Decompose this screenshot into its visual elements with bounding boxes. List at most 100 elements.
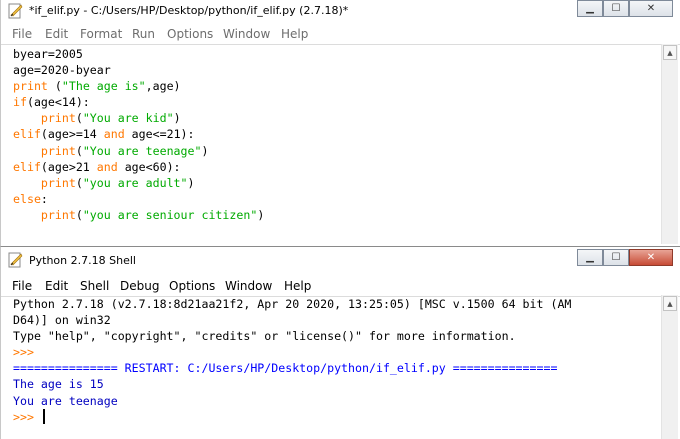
editor-minimize-button[interactable]: ▁ [577,0,603,17]
code-token: D64)] on win32 [13,313,111,328]
shell-line: You are teenage [13,393,571,409]
code-line: print("you are adult") [13,175,264,191]
menu-options[interactable]: Options [167,27,213,41]
code-token: (age>21 [40,159,97,174]
editor-menu-bar: File Edit Format Run Options Window Help [1,23,680,45]
editor-window: *if_elif.py - C:/Users/HP/Desktop/python… [0,0,680,246]
menu-debug[interactable]: Debug [120,279,159,293]
code-line: elif(age>=14 and age<=21): [13,126,264,142]
code-token: age=2020-byear [13,63,111,78]
shell-maximize-button[interactable]: ☐ [603,249,629,266]
text-cursor [42,408,45,424]
code-token: age<60): [117,159,181,174]
shell-line: >>> [13,344,571,360]
code-token: ,age) [145,79,181,94]
shell-scrollbar[interactable]: ▲ [661,295,678,439]
shell-text-area[interactable]: Python 2.7.18 (v2.7.18:8d21aa21f2, Apr 2… [13,296,571,425]
code-token: ) [173,111,181,126]
code-token: print [40,207,76,222]
code-line: print("You are teenage") [13,143,264,159]
shell-window: Python 2.7.18 Shell ▁ ☐ ✕ File Edit Shel… [0,246,680,439]
code-token: and [103,127,125,142]
shell-minimize-button[interactable]: ▁ [577,249,603,266]
code-line: elif(age>21 and age<60): [13,159,264,175]
editor-scrollbar[interactable]: ▲ [661,44,678,244]
editor-text-area[interactable]: byear=2005 age=2020-byear print ("The age … [13,46,264,223]
shell-title-bar[interactable]: Python 2.7.18 Shell ▁ ☐ ✕ [1,247,680,273]
code-token: age<=21): [124,127,195,142]
menu-window[interactable]: Window [225,279,272,293]
code-token: "you are seniour citizen" [82,207,258,222]
code-line: age=2020-byear [13,62,264,78]
maximize-icon: ☐ [611,3,621,14]
scroll-up-arrow-icon[interactable]: ▲ [663,296,677,311]
close-icon: ✕ [646,252,656,263]
code-token: "you are adult" [82,175,188,190]
shell-line: Python 2.7.18 (v2.7.18:8d21aa21f2, Apr 2… [13,296,571,312]
menu-help[interactable]: Help [281,27,308,41]
code-token: (age>=14 [40,127,104,142]
code-line: print("you are seniour citizen") [13,207,264,223]
code-token: ( [47,79,62,94]
shell-line: The age is 15 [13,376,571,392]
code-token: elif [13,159,41,174]
shell-close-button[interactable]: ✕ [629,249,673,266]
code-token: =============== RESTART: C:/Users/HP/Des… [13,361,558,376]
code-token: print [40,175,76,190]
code-token: Type "help", "copyright", "credits" or "… [13,329,516,344]
code-line: print ("The age is",age) [13,78,264,94]
code-token: print [13,79,48,94]
code-token: >>> [13,345,41,360]
code-token: else [13,191,41,206]
minimize-icon: ▁ [586,3,594,14]
code-token: "You are teenage" [82,143,202,158]
menu-options[interactable]: Options [169,279,215,293]
code-token: : [40,191,48,206]
editor-maximize-button[interactable]: ☐ [603,0,629,17]
maximize-icon: ☐ [611,252,621,263]
close-icon: ✕ [646,3,656,14]
menu-edit[interactable]: Edit [45,279,68,293]
shell-line: Type "help", "copyright", "credits" or "… [13,328,571,344]
menu-window[interactable]: Window [223,27,270,41]
code-token: ) [201,143,209,158]
code-token: byear=2005 [13,47,83,61]
code-line: if(age<14): [13,94,264,110]
shell-line: >>> [13,408,571,425]
editor-window-title: *if_elif.py - C:/Users/HP/Desktop/python… [29,4,349,17]
code-token: You are teenage [13,393,118,408]
menu-file[interactable]: File [12,27,32,41]
code-token: print [40,111,76,126]
menu-shell[interactable]: Shell [80,279,109,293]
code-token: ( [75,111,83,126]
shell-menu-bar: File Edit Shell Debug Options Window Hel… [1,275,680,297]
menu-help[interactable]: Help [284,279,311,293]
code-token: >>> [13,409,41,424]
code-line: else: [13,191,264,207]
idle-feather-icon [8,252,23,268]
code-token: The age is 15 [13,377,104,392]
menu-format[interactable]: Format [80,27,122,41]
code-token: and [96,159,118,174]
code-token: if [13,95,27,110]
code-token: "You are kid" [82,111,174,126]
code-token: "The age is" [61,79,146,94]
code-token: Python 2.7.18 (v2.7.18:8d21aa21f2, Apr 2… [13,297,572,311]
code-token: ) [257,207,265,222]
scroll-up-arrow-icon[interactable]: ▲ [663,45,677,60]
idle-feather-icon [8,3,23,19]
menu-edit[interactable]: Edit [45,27,68,41]
code-token: ) [187,175,195,190]
editor-title-bar[interactable]: *if_elif.py - C:/Users/HP/Desktop/python… [1,0,680,22]
minimize-icon: ▁ [586,252,594,263]
menu-file[interactable]: File [12,279,32,293]
shell-line: D64)] on win32 [13,312,571,328]
code-token: ( [75,175,83,190]
menu-run[interactable]: Run [132,27,155,41]
editor-close-button[interactable]: ✕ [629,0,673,17]
code-token: print [40,143,76,158]
code-token: elif [13,127,41,142]
